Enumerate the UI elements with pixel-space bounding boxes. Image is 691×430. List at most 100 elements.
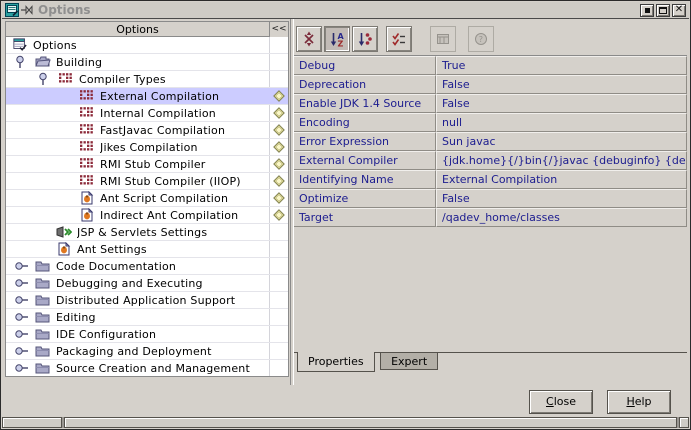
tree-item-label: Code Documentation <box>56 260 176 273</box>
tree-item-fastjavac-compilation[interactable]: FastJavac Compilation <box>6 122 288 139</box>
tree-item-packaging-and-deployment[interactable]: Packaging and Deployment <box>6 343 288 360</box>
expand-handle-collapsed-icon[interactable] <box>14 344 35 358</box>
tree-item-options[interactable]: Options <box>6 37 288 54</box>
tree-item-compiler-types[interactable]: Compiler Types <box>6 71 288 88</box>
property-value[interactable]: /qadev_home/classes <box>436 208 687 227</box>
sort-by-type-button[interactable] <box>352 26 378 52</box>
expand-handle-collapsed-icon[interactable] <box>14 327 35 341</box>
tree-item-indirect-ant-compilation[interactable]: Indirect Ant Compilation <box>6 207 288 224</box>
property-row: External Compiler {jdk.home}{/}bin{/}jav… <box>294 151 687 170</box>
tree-item-building[interactable]: Building <box>6 54 288 71</box>
property-name: Deprecation <box>294 75 436 94</box>
tree-item-jikes-compilation[interactable]: Jikes Compilation <box>6 139 288 156</box>
titlebar: Options ✕ <box>2 2 689 19</box>
close-window-button[interactable]: ✕ <box>672 4 686 17</box>
property-help-button: ? <box>468 26 494 52</box>
help-button[interactable]: Help <box>607 390 671 414</box>
property-value[interactable]: External Compilation <box>436 170 687 189</box>
folder-icon <box>35 344 51 358</box>
expand-handle-collapsed-icon[interactable] <box>14 259 35 273</box>
tree-item-label: Distributed Application Support <box>56 294 235 307</box>
expand-handle-collapsed-icon[interactable] <box>14 310 35 324</box>
compiler-icon <box>79 106 95 120</box>
expand-handle-collapsed-icon[interactable] <box>14 276 35 290</box>
tree-item-label: Compiler Types <box>79 73 166 86</box>
pin-icon[interactable] <box>21 3 35 17</box>
show-editable-properties-button[interactable] <box>386 26 412 52</box>
close-icon: ✕ <box>675 5 683 15</box>
tree-item-ant-settings[interactable]: Ant Settings <box>6 241 288 258</box>
unsorted-icon <box>301 31 317 47</box>
default-badge-icon <box>273 209 285 221</box>
tree-item-label: Internal Compilation <box>100 107 216 120</box>
minimize-button[interactable] <box>640 4 654 17</box>
sort-by-name-icon: A Z <box>329 31 345 47</box>
window-controls: ✕ <box>640 4 686 17</box>
property-value[interactable]: False <box>436 75 687 94</box>
folder-icon <box>35 361 51 375</box>
tree-item-label: Debugging and Executing <box>56 277 203 290</box>
expand-handle-expanded-icon[interactable] <box>14 55 35 69</box>
property-row: Target /qadev_home/classes <box>294 208 687 227</box>
property-help-icon: ? <box>473 31 489 47</box>
sort-by-type-icon <box>357 31 373 47</box>
compiler-types-icon <box>58 72 74 86</box>
folder-icon <box>35 310 51 324</box>
tree-item-label: Jikes Compilation <box>100 141 198 154</box>
explorer-header-title: Options <box>6 23 269 36</box>
tree-item-label: Ant Settings <box>77 243 147 256</box>
tree-item-ant-script-compilation[interactable]: Ant Script Compilation <box>6 190 288 207</box>
unsorted-button[interactable] <box>296 26 322 52</box>
default-badge-icon <box>273 175 285 187</box>
property-sheet-tabs: Properties Expert <box>294 353 687 375</box>
tab-properties[interactable]: Properties <box>297 352 375 372</box>
show-editable-only-icon <box>391 31 407 47</box>
tree-item-rmi-stub-compiler-iiop[interactable]: RMI Stub Compiler (IIOP) <box>6 173 288 190</box>
tab-expert[interactable]: Expert <box>380 353 438 370</box>
tree-item-source-creation-and-management[interactable]: Source Creation and Management <box>6 360 288 376</box>
tree-item-code-documentation[interactable]: Code Documentation <box>6 258 288 275</box>
tree-item-editing[interactable]: Editing <box>6 309 288 326</box>
tree-item-jsp-servlets-settings[interactable]: JSP & Servlets Settings <box>6 224 288 241</box>
tree-item-label: Editing <box>56 311 96 324</box>
tree-item-label: Building <box>56 56 102 69</box>
tree-item-distributed-application-support[interactable]: Distributed Application Support <box>6 292 288 309</box>
compiler-icon <box>79 89 95 103</box>
explorer-header: Options << <box>6 22 288 37</box>
tree-item-label: Source Creation and Management <box>56 362 250 375</box>
property-row: Encoding null <box>294 113 687 132</box>
tree-item-rmi-stub-compiler[interactable]: RMI Stub Compiler <box>6 156 288 173</box>
maximize-icon <box>659 7 667 14</box>
default-badge-icon <box>273 141 285 153</box>
property-value[interactable]: Sun javac <box>436 132 687 151</box>
default-badge-icon <box>273 192 285 204</box>
property-name: Identifying Name <box>294 170 436 189</box>
expand-handle-expanded-icon[interactable] <box>37 72 58 86</box>
property-value[interactable]: True <box>436 56 687 75</box>
sort-by-name-button[interactable]: A Z <box>324 26 350 52</box>
property-table: Debug True Deprecation False Enable JDK … <box>294 55 687 227</box>
folder-icon <box>35 276 51 290</box>
tree-item-internal-compilation[interactable]: Internal Compilation <box>6 105 288 122</box>
tree-item-ide-configuration[interactable]: IDE Configuration <box>6 326 288 343</box>
folder-icon <box>35 327 51 341</box>
tree-item-label: IDE Configuration <box>56 328 156 341</box>
window-title: Options <box>38 3 640 17</box>
expand-handle-collapsed-icon[interactable] <box>14 361 35 375</box>
expand-handle-collapsed-icon[interactable] <box>14 293 35 307</box>
bottom-edge-bar <box>64 417 677 428</box>
collapse-column-button[interactable]: << <box>269 22 288 37</box>
property-name: Encoding <box>294 113 436 132</box>
property-value[interactable]: False <box>436 189 687 208</box>
default-badge-icon <box>273 158 285 170</box>
property-value[interactable]: {jdk.home}{/}bin{/}javac {debuginfo} {de… <box>436 151 687 170</box>
tree-item-external-compilation[interactable]: External Compilation <box>6 88 288 105</box>
property-value[interactable]: False <box>436 94 687 113</box>
tree-item-debugging-and-executing[interactable]: Debugging and Executing <box>6 275 288 292</box>
resize-grip-left <box>2 417 62 428</box>
default-badge-icon <box>273 107 285 119</box>
tree-item-label: Packaging and Deployment <box>56 345 212 358</box>
property-value[interactable]: null <box>436 113 687 132</box>
maximize-button[interactable] <box>656 4 670 17</box>
close-button[interactable]: Close <box>529 390 593 414</box>
